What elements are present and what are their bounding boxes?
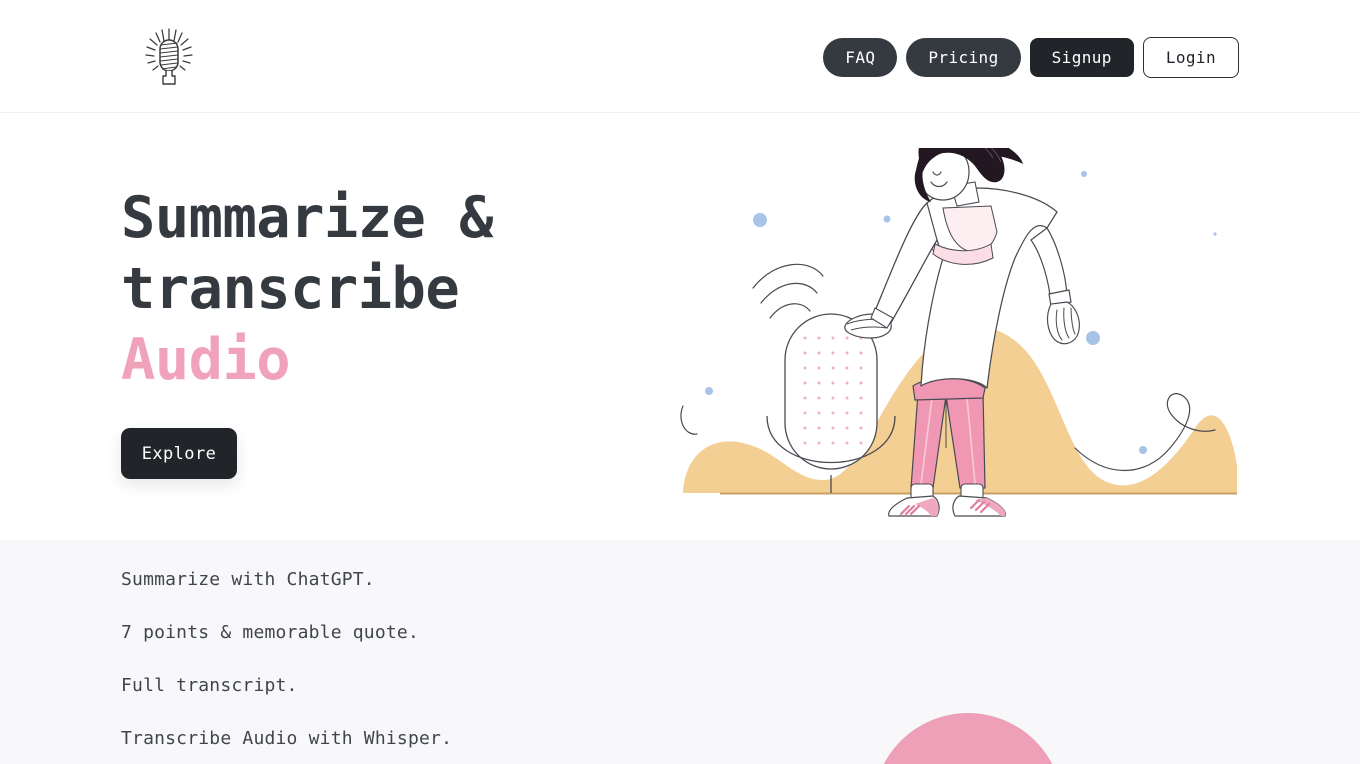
site-header: FAQ Pricing Signup Login xyxy=(0,0,1360,113)
headline-line-2: transcribe xyxy=(121,256,460,322)
landing-page: FAQ Pricing Signup Login Summarize & tra… xyxy=(0,0,1360,764)
explore-button[interactable]: Explore xyxy=(121,428,237,479)
sound-wave-arcs xyxy=(752,263,824,319)
headline-line-1: Summarize & xyxy=(121,185,494,251)
headline-accent: Audio xyxy=(121,327,291,393)
decorative-curl xyxy=(680,405,698,435)
hero-illustration xyxy=(680,148,1237,517)
feature-item: Summarize with ChatGPT. xyxy=(121,569,375,590)
nav-pricing[interactable]: Pricing xyxy=(906,38,1021,77)
microphone-icon[interactable] xyxy=(142,27,196,87)
hand-right xyxy=(1046,301,1080,345)
feature-list: Summarize with ChatGPT. 7 points & memor… xyxy=(121,566,452,753)
nav-signup[interactable]: Signup xyxy=(1029,38,1134,77)
page-title: Summarize & transcribe Audio xyxy=(121,183,641,396)
main-nav: FAQ Pricing Signup Login xyxy=(823,37,1239,78)
hero-copy: Summarize & transcribe Audio Explore xyxy=(121,183,641,479)
hero-section: Summarize & transcribe Audio Explore xyxy=(0,113,1360,540)
features-section: Summarize with ChatGPT. 7 points & memor… xyxy=(0,540,1360,764)
feature-item: Full transcript. xyxy=(121,675,298,696)
feature-item: 7 points & memorable quote. xyxy=(121,622,419,643)
feature-item: Transcribe Audio with Whisper. xyxy=(121,728,453,749)
shoes xyxy=(888,495,1006,517)
arm-left xyxy=(872,201,938,327)
nav-login[interactable]: Login xyxy=(1142,37,1239,78)
nav-faq[interactable]: FAQ xyxy=(823,38,898,77)
